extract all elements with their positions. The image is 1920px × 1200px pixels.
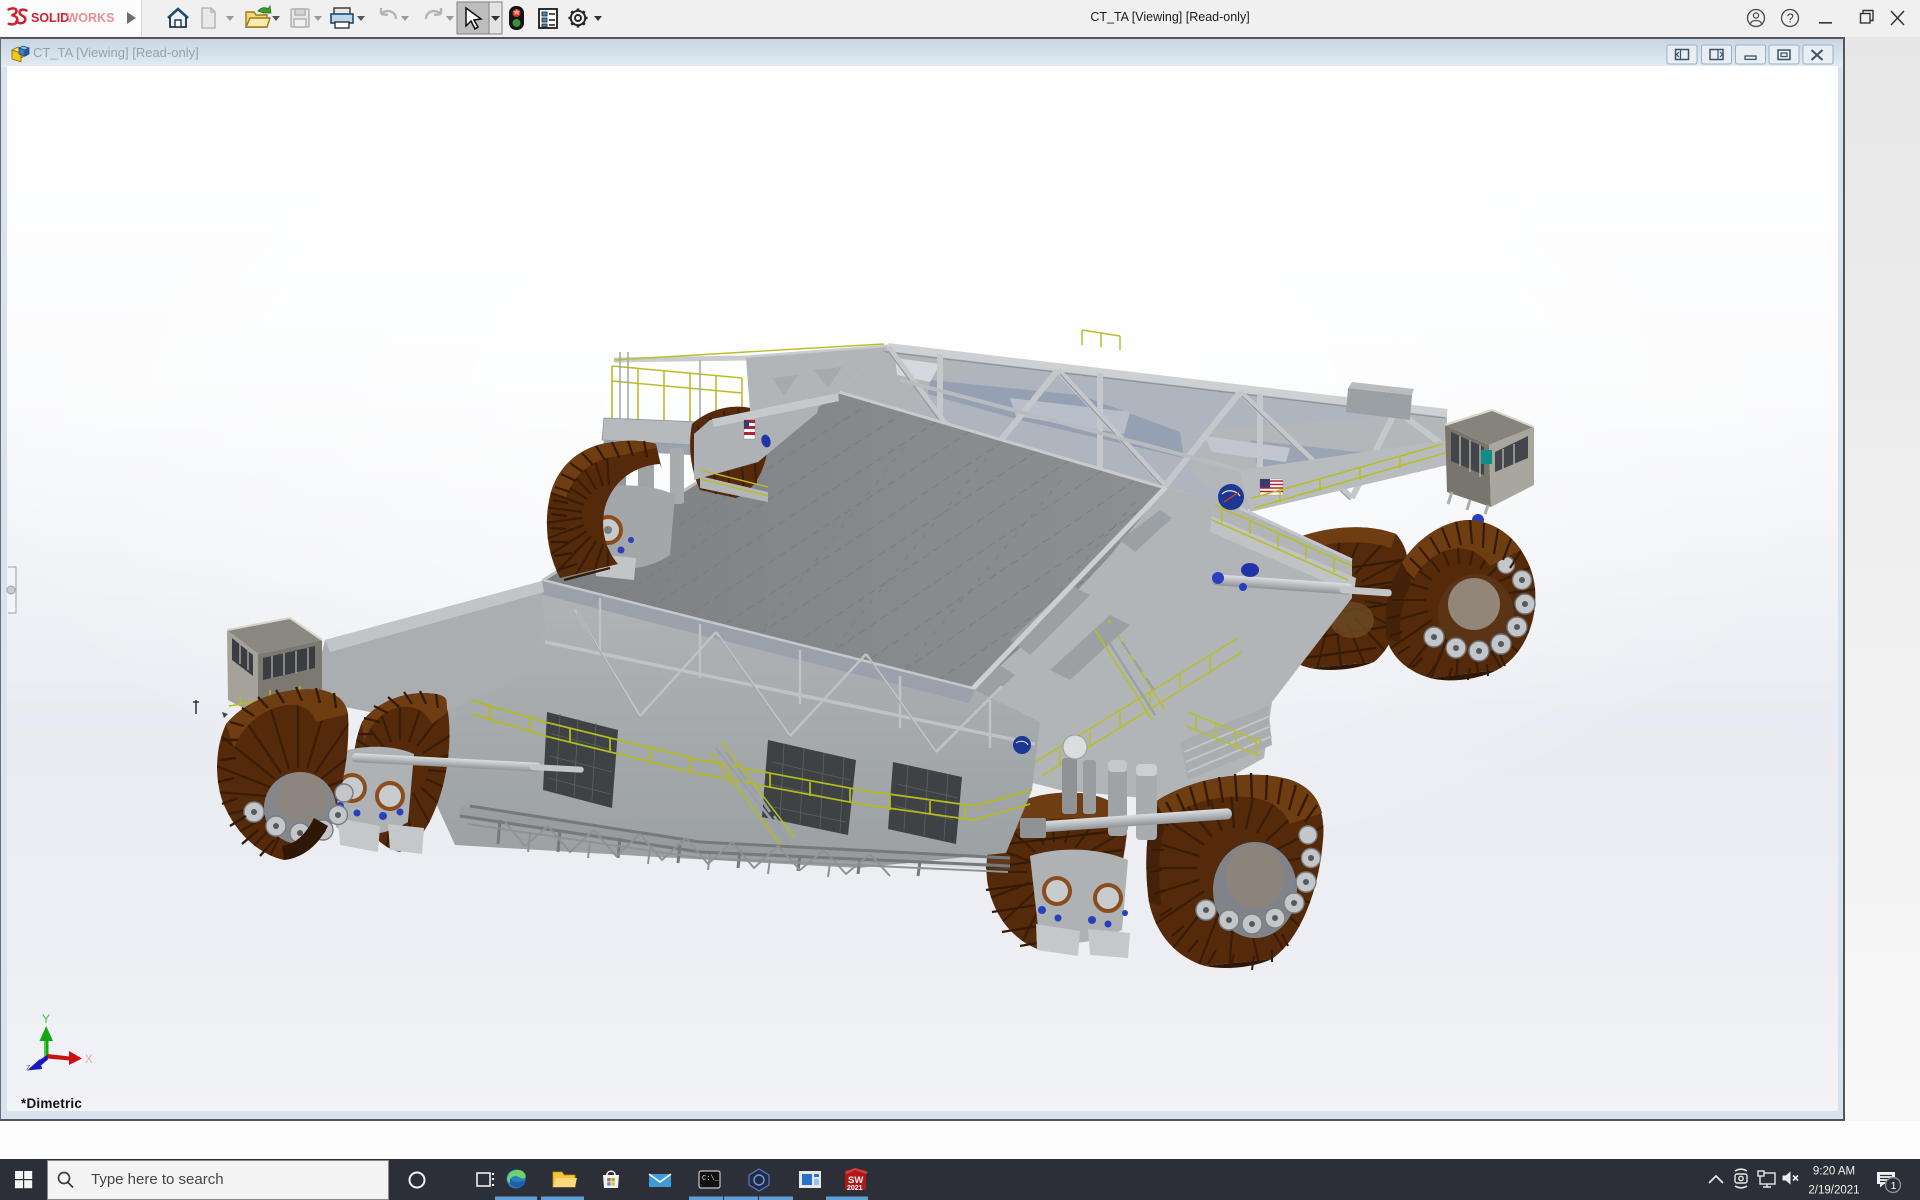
svg-text:2/19/2021: 2/19/2021 bbox=[1808, 1185, 1859, 1197]
svg-text:9:20 AM: 9:20 AM bbox=[1813, 1166, 1855, 1178]
svg-text:WORKS: WORKS bbox=[67, 11, 115, 25]
svg-text:Y: Y bbox=[42, 1012, 50, 1026]
svg-text:SOLID: SOLID bbox=[31, 11, 69, 25]
svg-text:2021: 2021 bbox=[847, 1185, 863, 1192]
svg-text:X: X bbox=[85, 1054, 93, 1066]
svg-text:C:\_: C:\_ bbox=[702, 1175, 720, 1183]
svg-text:?: ? bbox=[1787, 12, 1794, 26]
svg-text:1: 1 bbox=[1891, 1180, 1897, 1192]
svg-text:z: z bbox=[26, 1062, 31, 1072]
